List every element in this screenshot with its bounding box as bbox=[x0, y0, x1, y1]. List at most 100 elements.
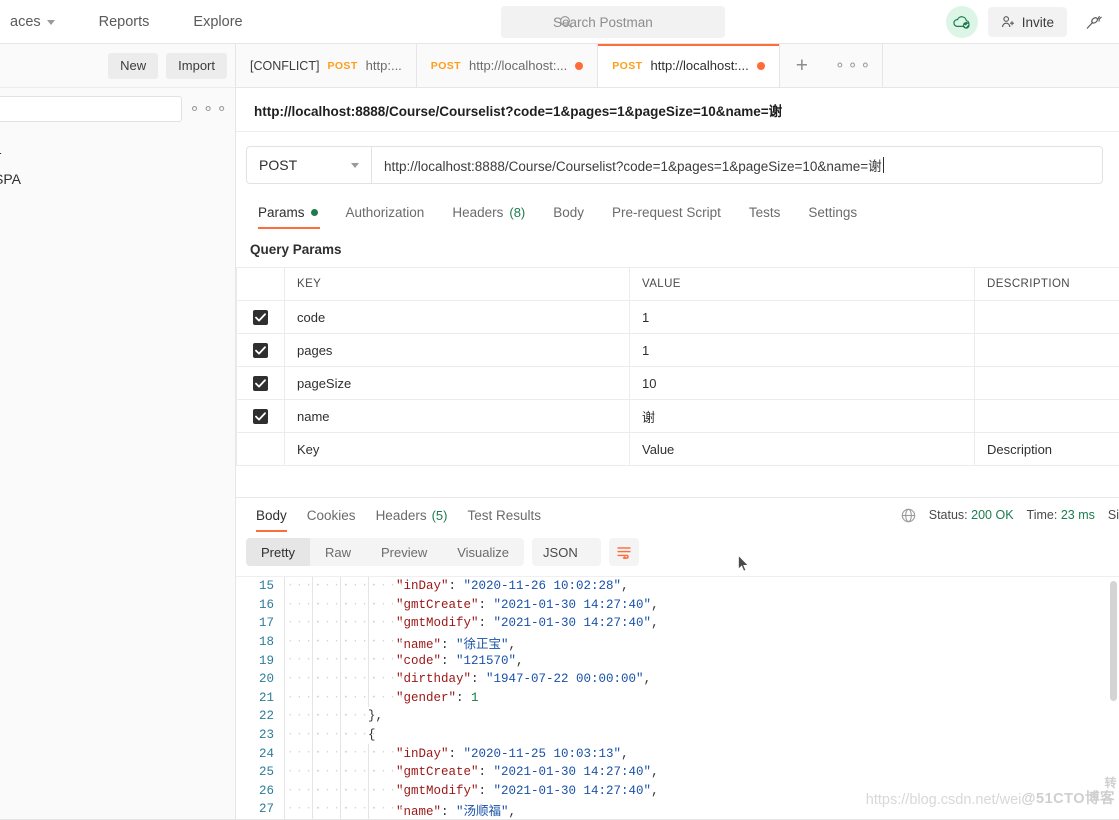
sidebar-item-1[interactable]: 1 bbox=[0, 134, 235, 164]
checkbox-checked-icon[interactable] bbox=[253, 376, 268, 392]
response-language-select[interactable]: JSON bbox=[532, 538, 601, 566]
row-value[interactable]: 10 bbox=[629, 366, 975, 400]
code-line: 18 ···· ···· ···· ···· "name": "徐正宝", bbox=[236, 632, 1119, 652]
response-status-bar: Status: 200 OK Time: 23 ms Si bbox=[901, 498, 1119, 532]
row-key[interactable]: pages bbox=[284, 333, 630, 367]
globe-icon[interactable] bbox=[901, 508, 916, 523]
import-button[interactable]: Import bbox=[166, 52, 227, 79]
nav-explore[interactable]: Explore bbox=[171, 14, 264, 30]
response-tabs: Body Cookies Headers (5) Test Results bbox=[246, 498, 551, 532]
url-input[interactable]: http://localhost:8888/Course/Courselist?… bbox=[371, 146, 1103, 184]
code-line-text: "gmtCreate": "2021-01-30 14:27:40", bbox=[396, 765, 659, 780]
request-tab-2[interactable]: POST http://localhost:... bbox=[598, 44, 780, 87]
row-key[interactable]: code bbox=[284, 300, 630, 334]
code-line: 23 ···· ···· ····{ bbox=[236, 725, 1119, 745]
chevron-down-icon bbox=[46, 20, 55, 25]
request-tab-1[interactable]: POST http://localhost:... bbox=[416, 44, 599, 87]
tab-authorization[interactable]: Authorization bbox=[332, 196, 439, 228]
code-indent-guides: ················ bbox=[284, 577, 405, 596]
row-checkbox-cell[interactable] bbox=[236, 399, 285, 433]
checkbox-checked-icon[interactable] bbox=[253, 409, 268, 425]
response-tab-headers-count: (5) bbox=[431, 507, 448, 523]
response-bar: Body Cookies Headers (5) Test Results St… bbox=[236, 498, 1119, 532]
tab-settings[interactable]: Settings bbox=[794, 196, 871, 228]
row-description[interactable] bbox=[974, 399, 1119, 433]
request-tab-0[interactable]: [CONFLICT] POST http:... bbox=[236, 44, 417, 87]
code-line: 16 ···· ···· ···· ···· "gmtCreate": "2021-01-… bbox=[236, 595, 1119, 615]
tab-more-icon[interactable]: ⚬⚬⚬ bbox=[824, 44, 882, 87]
invite-label: Invite bbox=[1021, 14, 1054, 30]
response-tab-body[interactable]: Body bbox=[246, 498, 297, 532]
format-visualize[interactable]: Visualize bbox=[442, 538, 524, 566]
format-raw[interactable]: Raw bbox=[310, 538, 366, 566]
code-line: 15 ···· ···· ···· ···· "inDay": "2020-11-26 1… bbox=[236, 577, 1119, 596]
row-value[interactable]: 1 bbox=[629, 300, 975, 334]
row-description[interactable] bbox=[974, 300, 1119, 334]
new-button[interactable]: New bbox=[108, 52, 159, 79]
checkbox-checked-icon[interactable] bbox=[253, 343, 268, 359]
ellipsis-icon[interactable]: ⚬⚬⚬ bbox=[188, 100, 229, 118]
collection-tree: 1 SPA bbox=[0, 128, 235, 194]
code-indent-guides: ················ bbox=[284, 744, 405, 763]
response-code-viewer[interactable]: 15 ···· ···· ···· ···· "inDay": "2020-11-26 1… bbox=[236, 576, 1119, 820]
row-checkbox-cell[interactable] bbox=[236, 366, 285, 400]
sidebar-filter-input[interactable] bbox=[0, 96, 183, 122]
cloud-sync-button[interactable] bbox=[945, 6, 978, 38]
row-value[interactable]: 谢 bbox=[629, 399, 975, 433]
table-header-value: VALUE bbox=[629, 267, 975, 301]
row-key[interactable]: name bbox=[284, 399, 630, 433]
tab-params[interactable]: Params bbox=[246, 196, 332, 229]
code-line-number: 25 bbox=[258, 765, 274, 780]
table-placeholder-row: Key Value Description bbox=[236, 432, 1119, 466]
breadcrumb: http://localhost:8888/Course/Courselist?… bbox=[236, 88, 1119, 132]
tab-pre-request-script[interactable]: Pre-request Script bbox=[598, 196, 735, 228]
nav-explore-label: Explore bbox=[193, 13, 243, 30]
method-select[interactable]: POST bbox=[246, 146, 371, 184]
status-label: Status: bbox=[928, 508, 968, 522]
tab-headers[interactable]: Headers (8) bbox=[438, 196, 539, 228]
search-input[interactable]: Search Postman bbox=[501, 6, 725, 38]
query-params-title: Query Params bbox=[250, 242, 342, 257]
header-nav: aces Reports Explore bbox=[0, 14, 265, 30]
sidebar-item-spa[interactable]: SPA bbox=[0, 164, 235, 194]
sidebar-item-1-label: 1 bbox=[0, 141, 2, 157]
request-tab-strip: [CONFLICT] POST http:... POST http://loc… bbox=[236, 44, 1119, 88]
response-tab-headers[interactable]: Headers (5) bbox=[366, 498, 458, 532]
code-line: 19 ···· ···· ···· ···· "code": "121570", bbox=[236, 651, 1119, 670]
nav-workspaces[interactable]: aces bbox=[0, 14, 77, 30]
invite-button[interactable]: Invite bbox=[987, 7, 1067, 37]
size-label: Si bbox=[1107, 508, 1119, 522]
code-indent-guides: ···· ···· ···· bbox=[284, 725, 377, 745]
response-tab-cookies[interactable]: Cookies bbox=[297, 498, 366, 532]
format-pretty[interactable]: Pretty bbox=[246, 538, 310, 566]
time-group: Time: 23 ms bbox=[1027, 508, 1095, 522]
format-preview[interactable]: Preview bbox=[366, 538, 442, 566]
satellite-button[interactable] bbox=[1077, 7, 1111, 37]
request-tab-0-url: http:... bbox=[365, 58, 402, 73]
row-value[interactable]: 1 bbox=[629, 333, 975, 367]
response-tab-body-label: Body bbox=[256, 507, 287, 523]
status-group: Status: 200 OK bbox=[929, 508, 1014, 522]
request-tab-2-method: POST bbox=[612, 59, 643, 72]
nav-reports[interactable]: Reports bbox=[77, 14, 172, 30]
row-key[interactable]: pageSize bbox=[284, 366, 630, 400]
placeholder-description[interactable]: Description bbox=[974, 432, 1119, 466]
tab-tests-label: Tests bbox=[748, 204, 781, 220]
tab-headers-count: (8) bbox=[509, 204, 526, 220]
method-select-value: POST bbox=[259, 157, 298, 173]
placeholder-value[interactable]: Value bbox=[629, 432, 975, 466]
row-checkbox-cell[interactable] bbox=[236, 300, 285, 334]
tab-tests[interactable]: Tests bbox=[735, 196, 795, 228]
row-checkbox-cell[interactable] bbox=[236, 333, 285, 367]
response-tab-test-results[interactable]: Test Results bbox=[457, 498, 551, 532]
unsaved-indicator-icon bbox=[756, 61, 765, 70]
placeholder-key[interactable]: Key bbox=[284, 432, 630, 466]
wrap-lines-button[interactable] bbox=[608, 538, 639, 566]
tab-body[interactable]: Body bbox=[539, 196, 598, 228]
user-add-icon bbox=[1001, 16, 1014, 28]
row-description[interactable] bbox=[974, 333, 1119, 367]
row-description[interactable] bbox=[974, 366, 1119, 400]
checkbox-checked-icon[interactable] bbox=[253, 310, 268, 326]
new-tab-button[interactable]: + bbox=[780, 44, 824, 87]
code-scrollbar[interactable] bbox=[1110, 581, 1117, 701]
